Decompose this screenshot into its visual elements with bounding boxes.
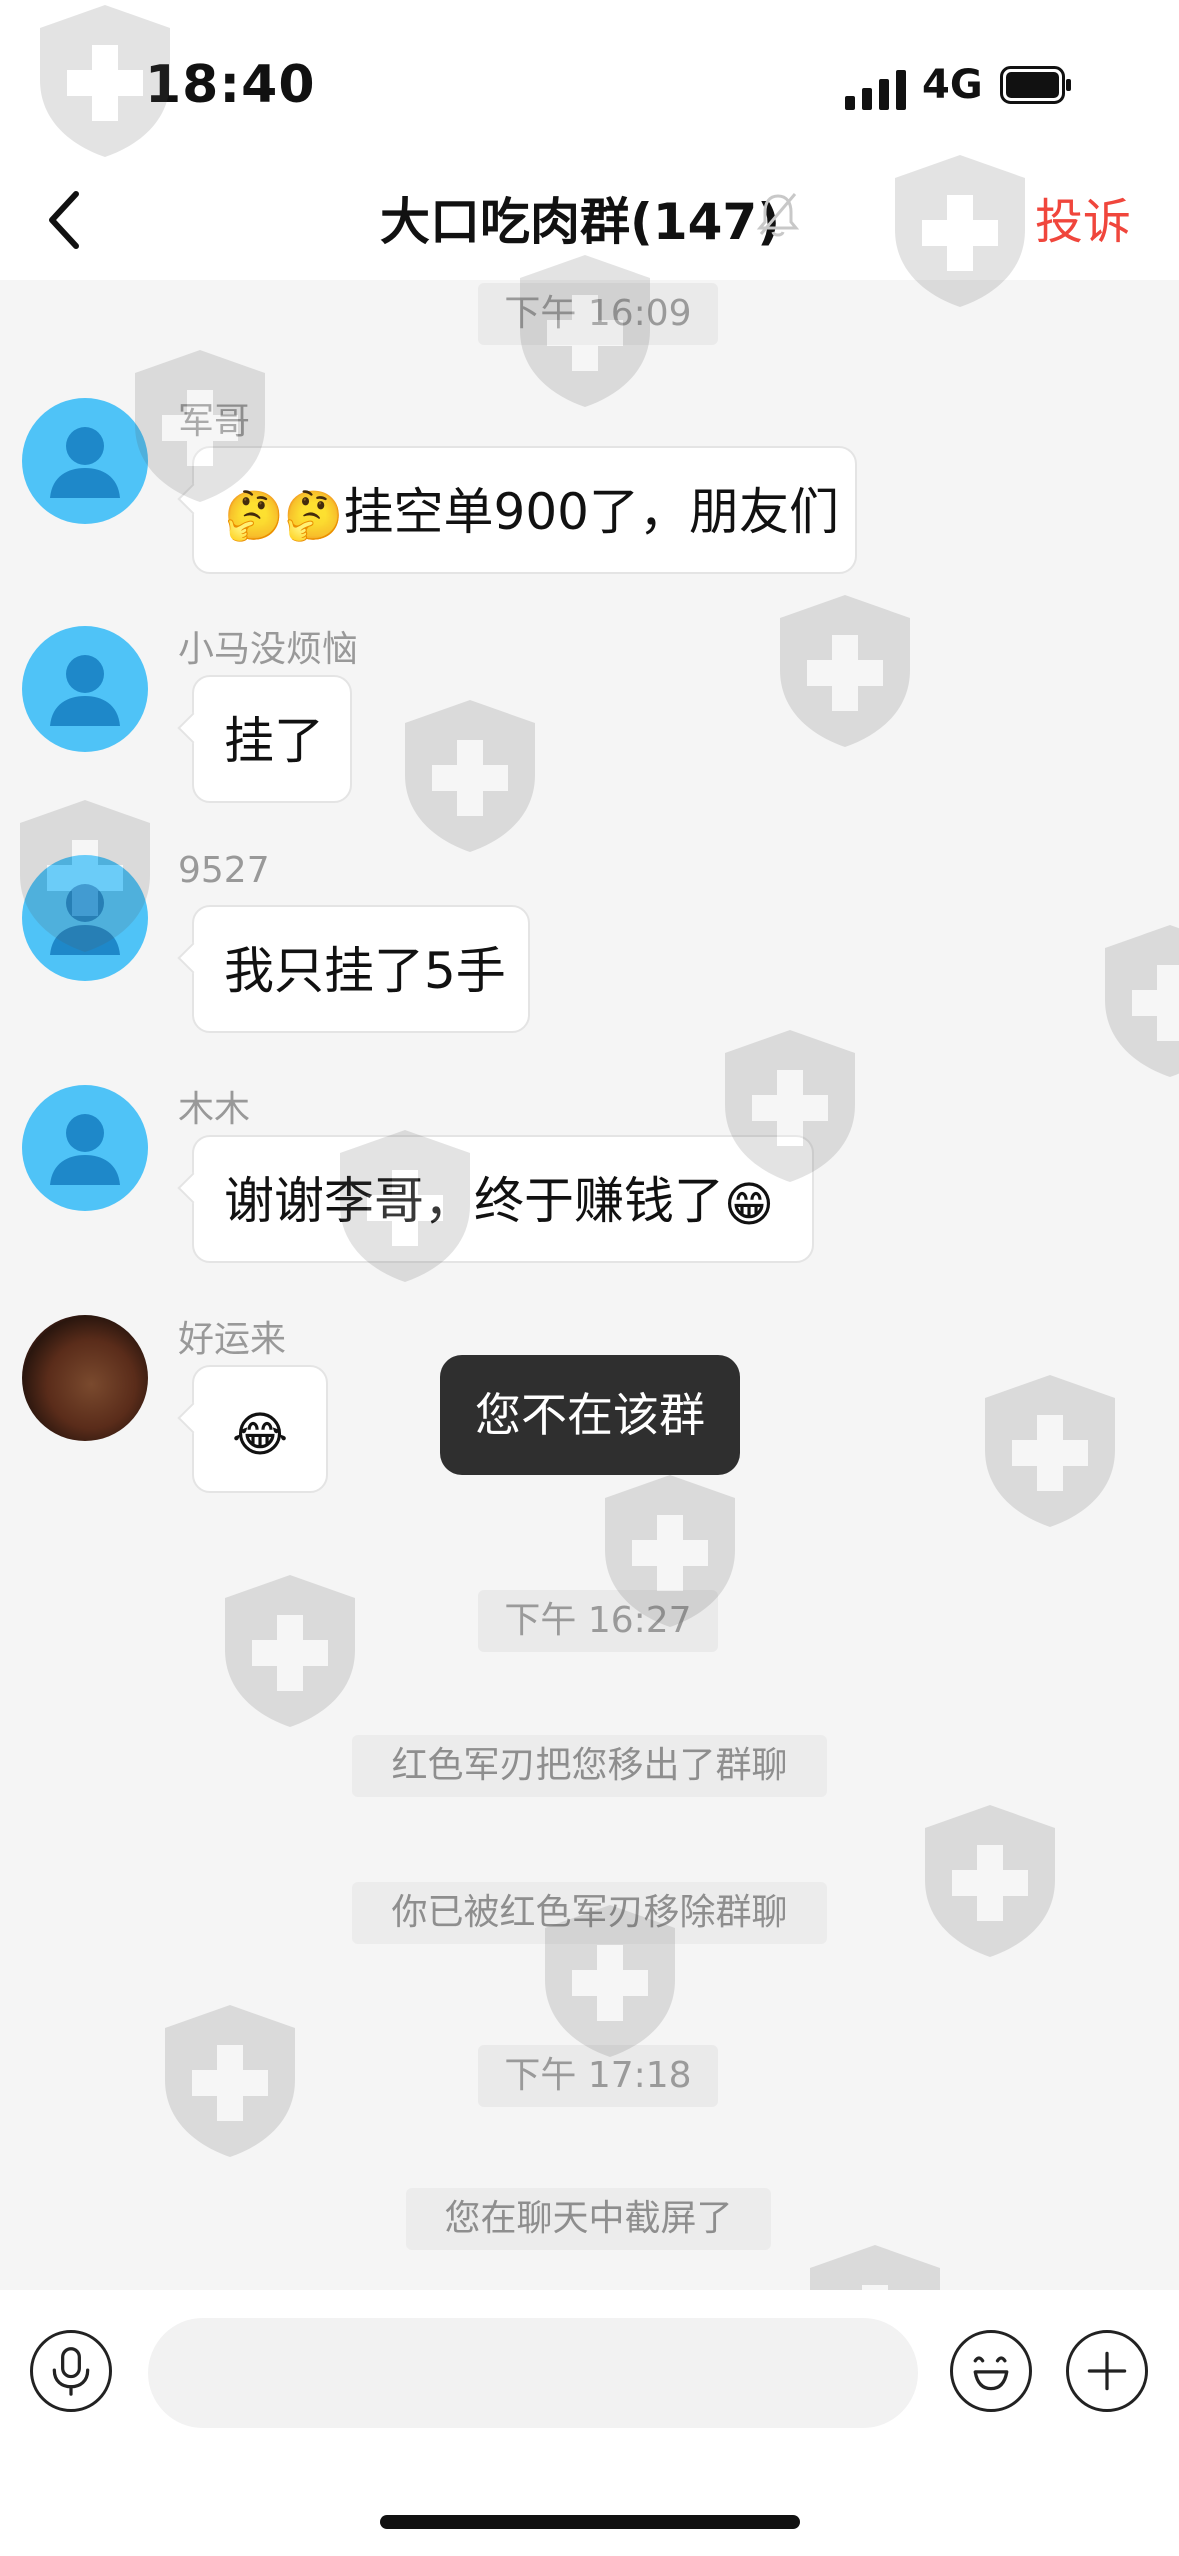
message-bubble[interactable]: 😂 [192, 1365, 328, 1493]
avatar-photo[interactable] [22, 1315, 148, 1441]
avatar[interactable] [22, 398, 148, 524]
avatar[interactable] [22, 1085, 148, 1211]
message-bubble[interactable]: 谢谢李哥，终于赚钱了😁 [192, 1135, 814, 1263]
home-indicator[interactable] [380, 2515, 800, 2529]
avatar[interactable] [22, 626, 148, 752]
avatar[interactable] [22, 855, 148, 981]
message-bubble[interactable]: 🤔🤔挂空单900了，朋友们 [192, 446, 857, 574]
sender-name: 9527 [178, 850, 270, 891]
plus-icon [1087, 2351, 1127, 2391]
timestamp: 下午 16:09 [478, 283, 718, 345]
voice-button[interactable] [30, 2330, 112, 2412]
group-title: 大口吃肉群(147) [380, 193, 781, 251]
thinking-emoji-icon: 🤔🤔 [224, 487, 344, 544]
back-icon[interactable] [40, 180, 90, 260]
laughing-emoji-icon: 😂 [231, 1406, 289, 1463]
toast-message: 您不在该群 [440, 1355, 740, 1475]
message-bubble[interactable]: 我只挂了5手 [192, 905, 530, 1033]
mute-bell-icon [756, 193, 800, 237]
network-type: 4G [922, 62, 983, 108]
status-bar: 18:40 4G [0, 0, 1179, 160]
message-text: 谢谢李哥，终于赚钱了 [224, 1172, 724, 1230]
sender-name: 小马没烦恼 [178, 629, 359, 670]
battery-icon [1000, 66, 1071, 104]
sender-name: 好运来 [178, 1319, 287, 1360]
message-bubble[interactable]: 挂了 [192, 675, 352, 803]
system-message: 你已被红色军刃移除群聊 [352, 1882, 827, 1944]
complain-button[interactable]: 投诉 [1035, 182, 1131, 252]
signal-icon [845, 70, 906, 110]
microphone-icon [52, 2347, 90, 2396]
message-text: 挂了 [224, 712, 324, 770]
chat-area[interactable]: 下午 16:09 军哥 🤔🤔挂空单900了，朋友们 小马没烦恼 挂了 9527 … [0, 280, 1179, 2290]
more-button[interactable] [1066, 2330, 1148, 2412]
system-message: 红色军刃把您移出了群聊 [352, 1735, 827, 1797]
smiley-icon [973, 2356, 1009, 2391]
message-text: 挂空单900了，朋友们 [343, 483, 839, 541]
nav-bar: 大口吃肉群(147) 投诉 [0, 160, 1179, 280]
emoji-button[interactable] [950, 2330, 1032, 2412]
grinning-emoji-icon: 😁 [724, 1176, 775, 1233]
sender-name: 军哥 [178, 401, 251, 442]
message-input[interactable] [148, 2318, 918, 2428]
timestamp: 下午 17:18 [478, 2045, 718, 2107]
status-time: 18:40 [145, 55, 316, 115]
timestamp: 下午 16:27 [478, 1590, 718, 1652]
message-text: 我只挂了5手 [224, 942, 506, 1000]
system-message: 您在聊天中截屏了 [406, 2188, 771, 2250]
sender-name: 木木 [178, 1089, 251, 1130]
